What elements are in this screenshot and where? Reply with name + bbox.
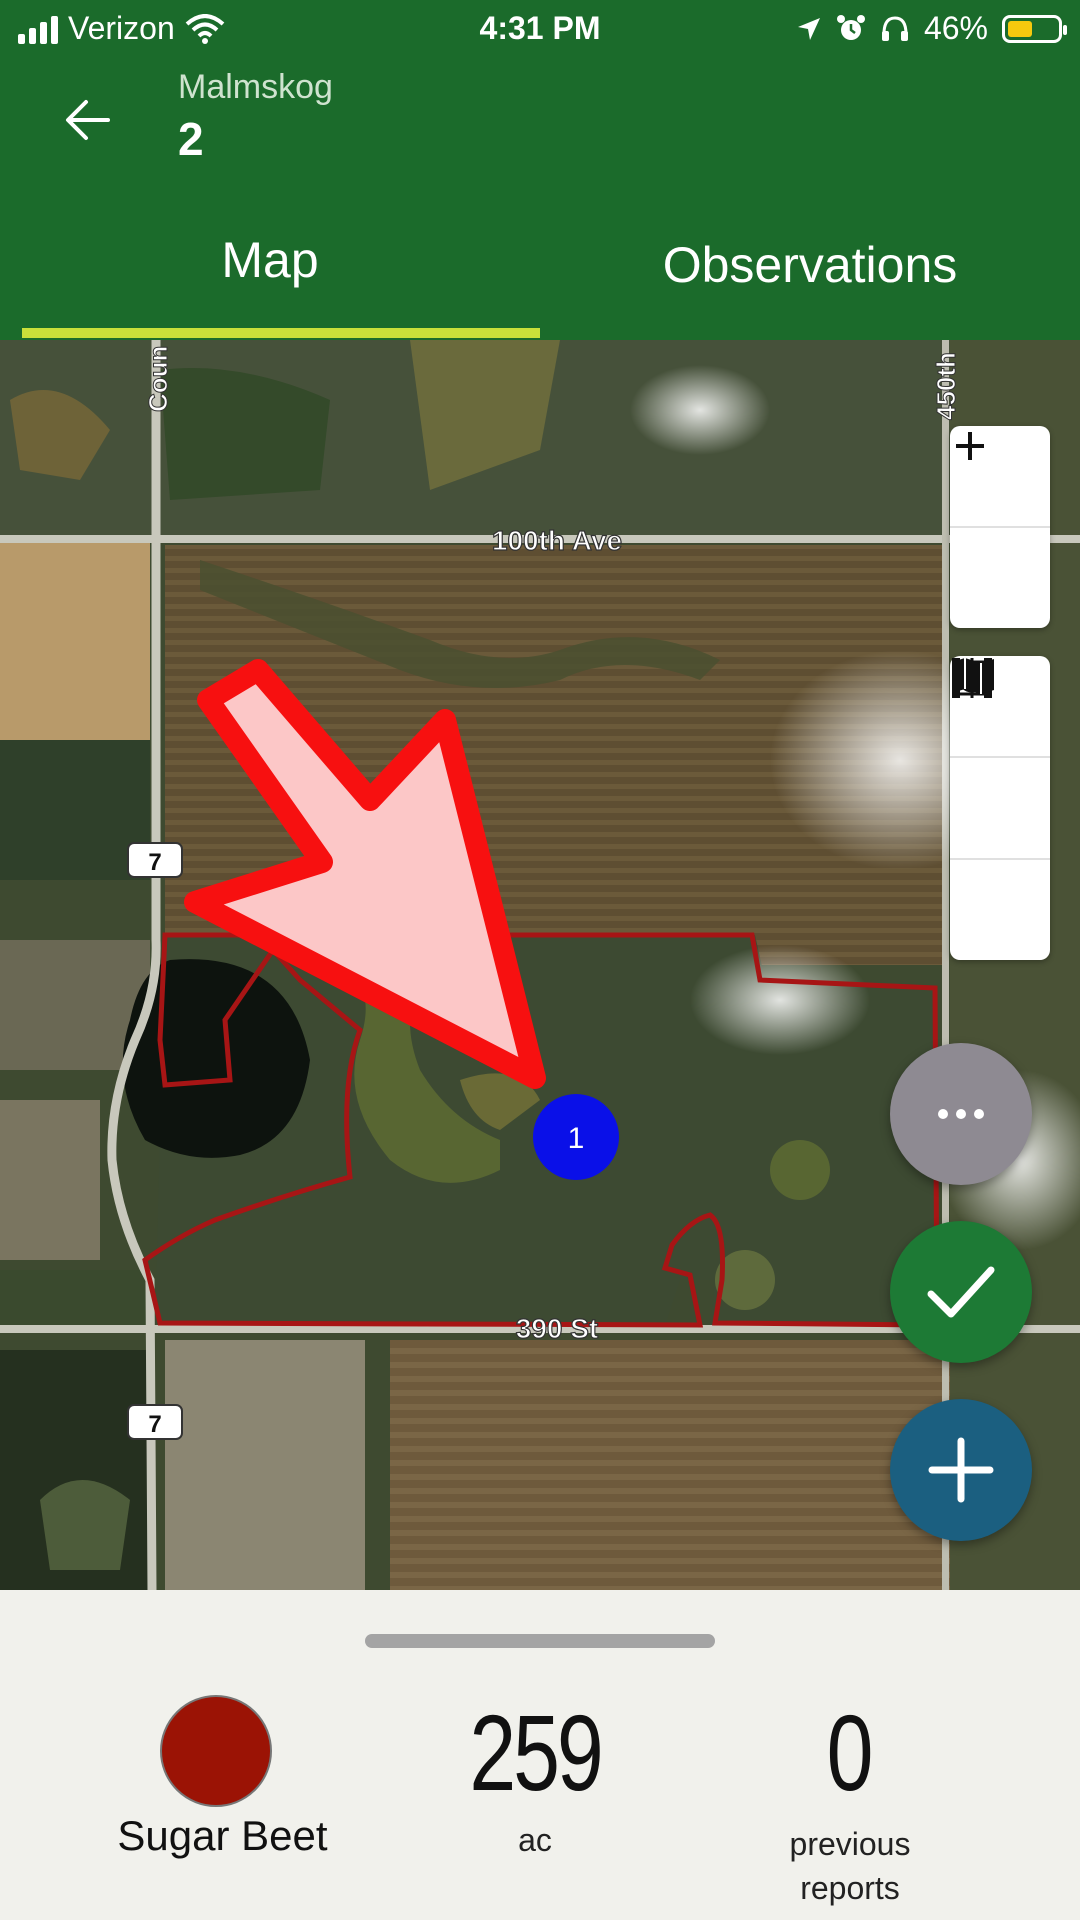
crop-color-swatch: [160, 1695, 272, 1807]
app-header: Malmskog 2: [0, 60, 1080, 200]
location-arrow-icon: [797, 17, 820, 40]
add-observation-button[interactable]: [890, 1399, 1032, 1541]
tab-observations[interactable]: Observations: [540, 200, 1080, 340]
road-label: 450th: [931, 352, 961, 420]
battery-percent: 46%: [923, 10, 988, 46]
highway-shield-number: 7: [148, 1411, 161, 1438]
alarm-icon: [836, 14, 865, 40]
reports-count: 0: [826, 1692, 874, 1813]
road-label: Coun: [143, 346, 173, 412]
map-tool-controls: [950, 656, 1050, 960]
tab-bar: Map Observations: [0, 200, 1080, 340]
check-icon: [927, 1266, 995, 1318]
zoom-out-button[interactable]: [950, 444, 1050, 628]
tab-selected-indicator: [22, 328, 540, 338]
observation-marker-label: 1: [568, 1122, 585, 1155]
field-name: 2: [178, 113, 204, 165]
field-summary-sheet: Sugar Beet 259 ac 0 previous reports: [0, 1590, 1080, 1920]
acres-value: 259: [469, 1692, 603, 1813]
zoom-controls: [950, 426, 1050, 628]
map-layers-icon: [952, 658, 994, 694]
zoom-out-icon: [956, 444, 984, 448]
sheet-drag-handle[interactable]: [365, 1634, 715, 1648]
highway-shield-number: 7: [148, 849, 161, 876]
reports-label: previous reports: [760, 1822, 940, 1910]
arrow-left-icon[interactable]: [60, 90, 120, 150]
status-bar: Verizon 4:31 PM 46%: [0, 0, 1080, 60]
map-layers-button[interactable]: [950, 658, 1050, 960]
battery-icon: [1002, 14, 1067, 43]
field-group-name: Malmskog: [178, 68, 333, 106]
tab-map[interactable]: Map: [0, 200, 540, 340]
satellite-map[interactable]: 100th Ave 390 St Coun 450th 7 7 1: [0, 340, 1080, 1590]
acres-unit: ac: [518, 1822, 552, 1858]
crop-name: Sugar Beet: [117, 1812, 328, 1859]
fit-bounds-button[interactable]: [950, 658, 1050, 860]
road-label: 390 St: [516, 1313, 599, 1344]
more-icon: [938, 1109, 984, 1119]
confirm-button[interactable]: [890, 1221, 1032, 1363]
plus-icon: [928, 1437, 994, 1503]
map-canvas[interactable]: 100th Ave 390 St Coun 450th 7 7 1: [0, 340, 1080, 1590]
reports-label-line1: previous: [789, 1826, 911, 1862]
reports-label-line2: reports: [800, 1870, 900, 1906]
headphones-icon: [881, 15, 908, 41]
more-options-button[interactable]: [890, 1043, 1032, 1185]
road-label: 100th Ave: [492, 525, 622, 556]
